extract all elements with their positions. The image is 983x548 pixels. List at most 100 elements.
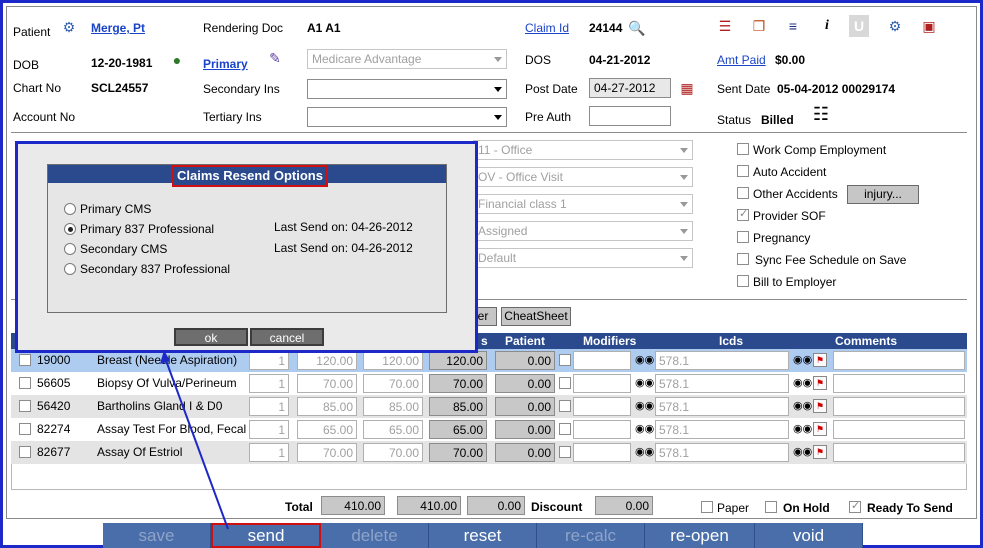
patient-amount-field[interactable]: 0.00 xyxy=(495,397,555,416)
binoculars-icon[interactable]: ◉◉ xyxy=(793,422,812,436)
allowed-field[interactable]: 65.00 xyxy=(363,420,423,439)
void-button[interactable]: void xyxy=(755,523,863,548)
flag-icon[interactable]: ⚑ xyxy=(813,445,827,459)
flag-icon[interactable]: ⚑ xyxy=(813,353,827,367)
copy-icon[interactable]: ❐ xyxy=(749,15,769,37)
binoculars-icon[interactable]: ◉◉ xyxy=(635,353,654,367)
pregnancy-checkbox[interactable] xyxy=(737,231,749,243)
binoculars-icon[interactable]: ◉◉ xyxy=(793,399,812,413)
ledger-icon[interactable]: ▣ xyxy=(919,15,939,37)
auto-accident-checkbox[interactable] xyxy=(737,165,749,177)
modifiers-field[interactable] xyxy=(573,374,631,393)
flag-icon[interactable]: ⚑ xyxy=(813,399,827,413)
secondary-ins-select[interactable] xyxy=(307,79,507,99)
modifiers-field[interactable] xyxy=(573,443,631,462)
reopen-button[interactable]: re-open xyxy=(645,523,755,548)
comments-field[interactable] xyxy=(833,420,965,439)
table-row[interactable]: 82274 Assay Test For Blood, Fecal 1 65.0… xyxy=(11,418,967,441)
primary-ins-link[interactable]: Primary xyxy=(203,57,248,71)
pre-auth-field[interactable] xyxy=(589,106,671,126)
icd-field[interactable]: 578.1 xyxy=(655,397,789,416)
cancel-button[interactable]: cancel xyxy=(250,328,324,346)
list-icon[interactable]: ≡ xyxy=(783,15,803,37)
binoculars-icon[interactable]: ◉◉ xyxy=(635,376,654,390)
u-icon[interactable]: U xyxy=(849,15,869,37)
primary-837-radio[interactable] xyxy=(64,223,76,235)
ready-to-send-checkbox[interactable] xyxy=(849,499,861,513)
primary-ins-select[interactable]: Medicare Advantage xyxy=(307,49,507,69)
binoculars-icon[interactable]: ◉◉ xyxy=(793,445,812,459)
row-select-checkbox[interactable] xyxy=(19,423,31,435)
save-button[interactable]: save xyxy=(103,523,211,548)
assignment-select[interactable]: Assigned xyxy=(473,221,693,241)
send-button[interactable]: send xyxy=(211,523,321,548)
table-row[interactable]: 82677 Assay Of Estriol 1 70.00 70.00 70.… xyxy=(11,441,967,464)
patient-checkbox[interactable] xyxy=(559,446,571,458)
fee-field[interactable]: 65.00 xyxy=(297,420,357,439)
comments-field[interactable] xyxy=(833,351,965,370)
modifiers-field[interactable] xyxy=(573,351,631,370)
ins-amount-field[interactable]: 85.00 xyxy=(429,397,487,416)
icd-field[interactable]: 578.1 xyxy=(655,420,789,439)
patient-amount-field[interactable]: 0.00 xyxy=(495,351,555,370)
table-row[interactable]: 56605 Biopsy Of Vulva/Perineum 1 70.00 7… xyxy=(11,372,967,395)
units-field[interactable]: 1 xyxy=(249,351,289,370)
binoculars-icon[interactable]: ◉◉ xyxy=(635,422,654,436)
ins-amount-field[interactable]: 70.00 xyxy=(429,374,487,393)
ins-amount-field[interactable]: 65.00 xyxy=(429,420,487,439)
comments-field[interactable] xyxy=(833,443,965,462)
icd-field[interactable]: 578.1 xyxy=(655,351,789,370)
injury-button[interactable]: injury... xyxy=(847,185,919,204)
insurance-check-icon[interactable]: ✎ xyxy=(265,47,285,69)
flag-icon[interactable]: ⚑ xyxy=(813,422,827,436)
provider-sof-checkbox[interactable] xyxy=(737,207,749,221)
ins-amount-field[interactable]: 120.00 xyxy=(429,351,487,370)
allowed-field[interactable]: 70.00 xyxy=(363,443,423,462)
visit-type-select[interactable]: OV - Office Visit xyxy=(473,167,693,187)
flag-icon[interactable]: ⚑ xyxy=(813,376,827,390)
row-select-checkbox[interactable] xyxy=(19,400,31,412)
units-field[interactable]: 1 xyxy=(249,420,289,439)
ok-button[interactable]: ok xyxy=(174,328,248,346)
patient-checkbox[interactable] xyxy=(559,354,571,366)
fee-field[interactable]: 70.00 xyxy=(297,443,357,462)
modifiers-field[interactable] xyxy=(573,420,631,439)
other-accidents-checkbox[interactable] xyxy=(737,187,749,199)
fee-field[interactable]: 120.00 xyxy=(297,351,357,370)
units-field[interactable]: 1 xyxy=(249,443,289,462)
icd-field[interactable]: 578.1 xyxy=(655,443,789,462)
primary-cms-radio[interactable] xyxy=(64,203,76,215)
table-row[interactable]: 56420 Bartholins Gland I & D0 1 85.00 85… xyxy=(11,395,967,418)
allowed-field[interactable]: 120.00 xyxy=(363,351,423,370)
paper-checkbox[interactable] xyxy=(701,501,713,513)
row-select-checkbox[interactable] xyxy=(19,354,31,366)
status-list-icon[interactable]: ☷ xyxy=(811,103,831,125)
patient-amount-field[interactable]: 0.00 xyxy=(495,420,555,439)
delete-button[interactable]: delete xyxy=(321,523,429,548)
patient-amount-field[interactable]: 0.00 xyxy=(495,374,555,393)
allowed-field[interactable]: 70.00 xyxy=(363,374,423,393)
place-of-service-select[interactable]: 11 - Office xyxy=(473,140,693,160)
info-icon[interactable]: i xyxy=(817,15,837,37)
secondary-837-radio[interactable] xyxy=(64,263,76,275)
bill-employer-checkbox[interactable] xyxy=(737,275,749,287)
allowed-field[interactable]: 85.00 xyxy=(363,397,423,416)
default-select[interactable]: Default xyxy=(473,248,693,268)
on-hold-checkbox[interactable] xyxy=(765,501,777,513)
cheatsheet-button[interactable]: CheatSheet xyxy=(501,307,571,326)
user-settings-icon[interactable]: ⚙ xyxy=(885,15,905,37)
work-comp-checkbox[interactable] xyxy=(737,143,749,155)
claim-id-link[interactable]: Claim Id xyxy=(525,21,569,35)
patient-checkbox[interactable] xyxy=(559,400,571,412)
binoculars-icon[interactable]: ◉◉ xyxy=(793,353,812,367)
patient-checkbox[interactable] xyxy=(559,423,571,435)
sync-fee-checkbox[interactable] xyxy=(737,253,749,265)
financial-class-select[interactable]: Financial class 1 xyxy=(473,194,693,214)
secondary-cms-radio[interactable] xyxy=(64,243,76,255)
ins-amount-field[interactable]: 70.00 xyxy=(429,443,487,462)
units-field[interactable]: 1 xyxy=(249,374,289,393)
binoculars-icon[interactable]: ◉◉ xyxy=(793,376,812,390)
patient-amount-field[interactable]: 0.00 xyxy=(495,443,555,462)
patient-checkbox[interactable] xyxy=(559,377,571,389)
form-icon[interactable]: ☰ xyxy=(715,15,735,37)
